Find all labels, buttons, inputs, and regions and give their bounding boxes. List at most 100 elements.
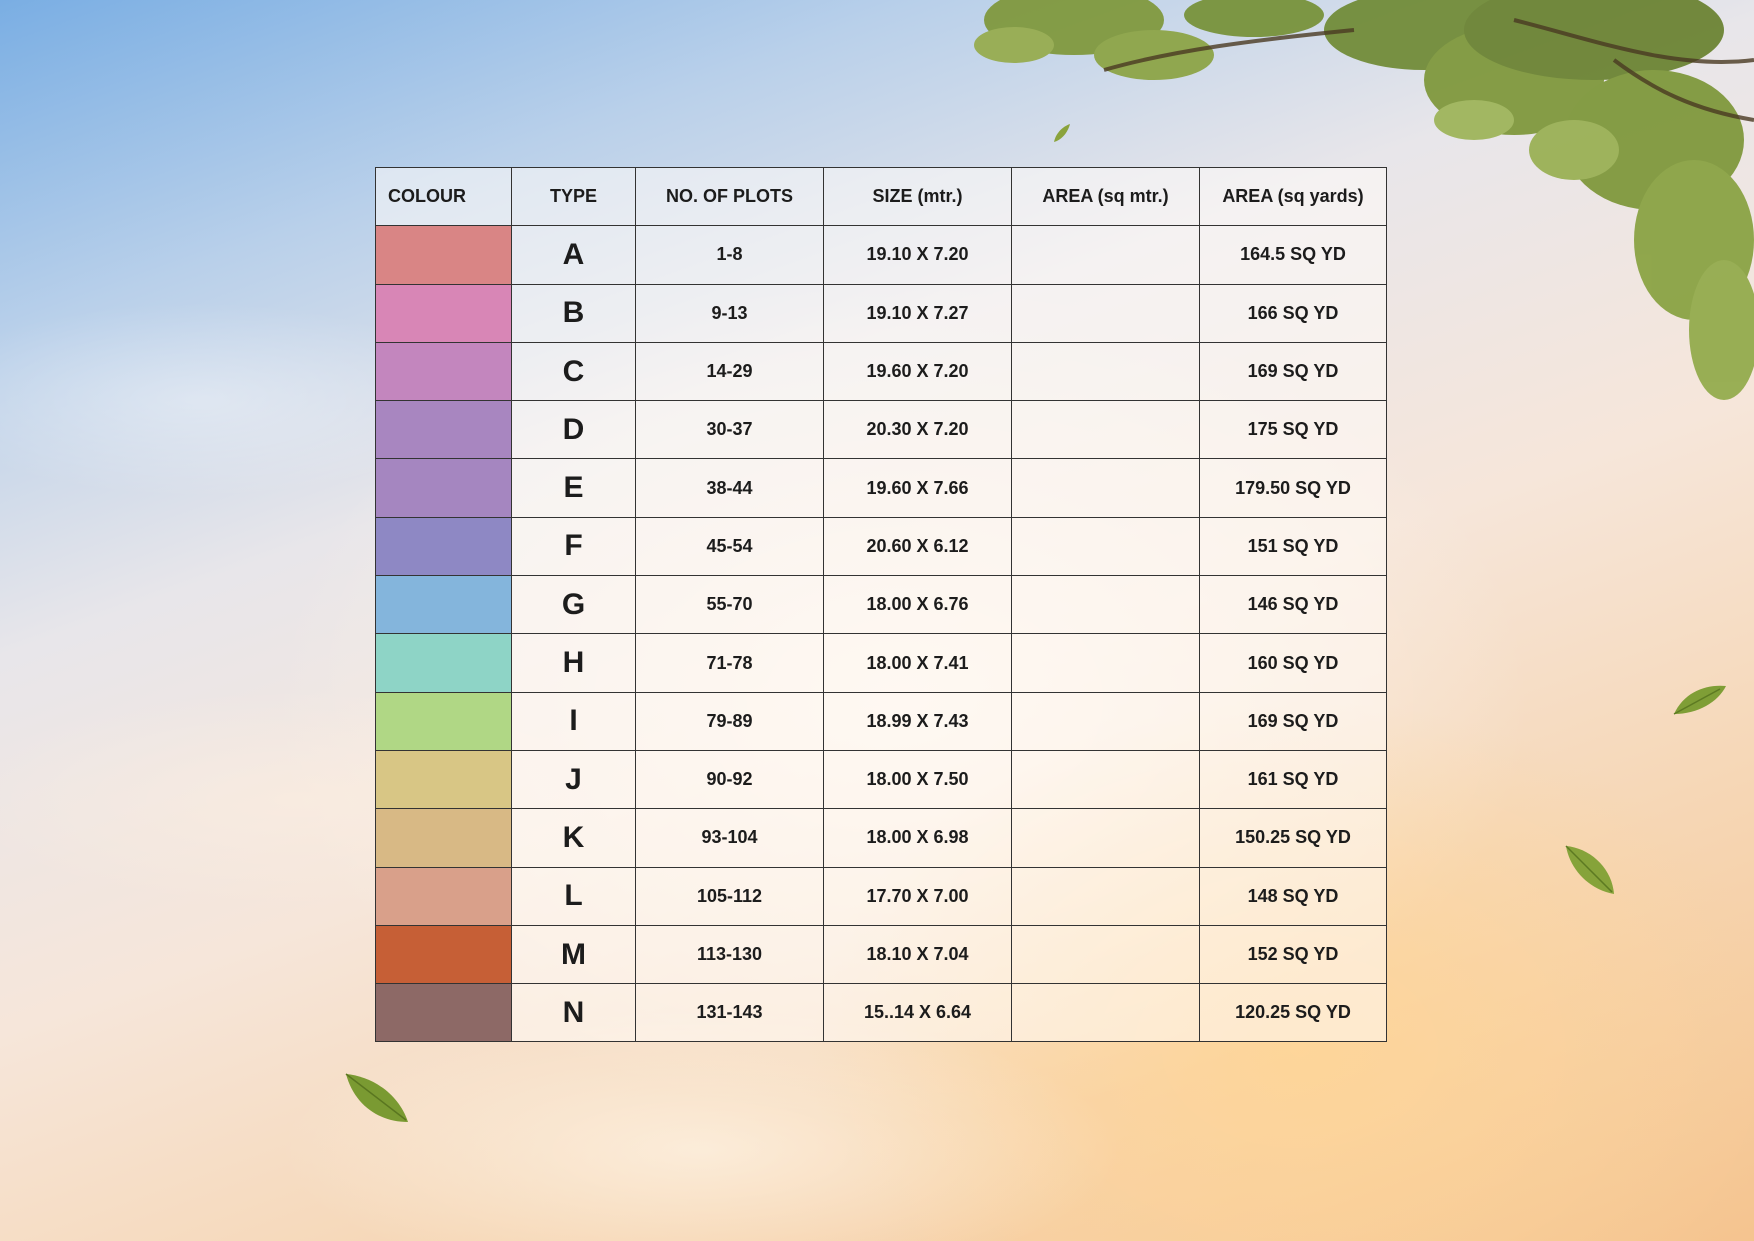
plot-size: 19.10 X 7.20 [823,225,1012,285]
no-of-plots: 79-89 [635,691,824,751]
plot-size: 18.00 X 7.50 [823,749,1012,810]
colour-swatch-fill [376,401,511,459]
area-sq-yards: 146 SQ YD [1199,575,1387,635]
plot-size: 19.60 X 7.66 [823,458,1012,518]
table-row: E 38-44 19.60 X 7.66 179.50 SQ YD [375,458,1387,518]
plot-size: 18.00 X 6.76 [823,575,1012,635]
plot-type: I [511,691,636,751]
colour-swatch-fill [376,925,511,984]
colour-swatch-fill [376,459,511,517]
area-sq-mtr [1011,341,1200,402]
table-body: A 1-8 19.10 X 7.20 164.5 SQ YD B 9-13 19.10 X … [375,225,1387,1043]
table-row: B 9-13 19.10 X 7.27 166 SQ YD [375,283,1387,343]
colour-swatch [375,866,512,926]
plot-size: 19.60 X 7.20 [823,341,1012,402]
area-sq-yards: 179.50 SQ YD [1199,458,1387,518]
plot-size: 18.00 X 6.98 [823,808,1012,868]
colour-swatch-fill [376,284,511,342]
table-row: I 79-89 18.99 X 7.43 169 SQ YD [375,691,1387,751]
area-sq-yards: 150.25 SQ YD [1199,808,1387,868]
plot-size-table: COLOUR TYPE NO. OF PLOTS SIZE (mtr.) ARE… [375,166,1387,1043]
colour-swatch [375,749,512,810]
table-header-row: COLOUR TYPE NO. OF PLOTS SIZE (mtr.) ARE… [375,166,1387,227]
no-of-plots: 1-8 [635,225,824,285]
no-of-plots: 14-29 [635,341,824,402]
area-sq-mtr [1011,400,1200,460]
colour-swatch [375,400,512,460]
colour-swatch [375,691,512,751]
colour-swatch-fill [376,342,511,401]
plot-size: 18.00 X 7.41 [823,633,1012,693]
colour-swatch-fill [376,634,511,692]
colour-swatch-fill [376,692,511,750]
area-sq-mtr [1011,808,1200,868]
area-sq-yards: 120.25 SQ YD [1199,983,1387,1043]
table-row: D 30-37 20.30 X 7.20 175 SQ YD [375,400,1387,460]
colour-swatch [375,341,512,402]
no-of-plots: 55-70 [635,575,824,635]
area-sq-mtr [1011,633,1200,693]
plot-type: F [511,516,636,577]
plot-size: 15..14 X 6.64 [823,983,1012,1043]
plot-type: K [511,808,636,868]
colour-swatch [375,225,512,285]
colour-swatch [375,983,512,1043]
area-sq-mtr [1011,516,1200,577]
area-sq-yards: 148 SQ YD [1199,866,1387,926]
colour-swatch-fill [376,576,511,634]
no-of-plots: 71-78 [635,633,824,693]
area-sq-mtr [1011,575,1200,635]
colour-swatch [375,283,512,343]
area-sq-mtr [1011,283,1200,343]
table-row: L 105-112 17.70 X 7.00 148 SQ YD [375,866,1387,926]
colour-swatch [375,516,512,577]
area-sq-mtr [1011,225,1200,285]
falling-leaf-icon [1054,124,1070,142]
falling-leaf-icon [345,1073,408,1122]
table-row: C 14-29 19.60 X 7.20 169 SQ YD [375,341,1387,402]
area-sq-mtr [1011,983,1200,1043]
area-sq-mtr [1011,749,1200,810]
no-of-plots: 131-143 [635,983,824,1043]
plot-size: 17.70 X 7.00 [823,866,1012,926]
area-sq-yards: 152 SQ YD [1199,924,1387,985]
no-of-plots: 9-13 [635,283,824,343]
no-of-plots: 38-44 [635,458,824,518]
plot-type: N [511,983,636,1043]
plot-size: 18.10 X 7.04 [823,924,1012,985]
header-area-sq-mtr: AREA (sq mtr.) [1011,166,1200,227]
colour-swatch-fill [376,867,511,925]
area-sq-mtr [1011,924,1200,985]
area-sq-yards: 151 SQ YD [1199,516,1387,577]
plot-type: H [511,633,636,693]
colour-swatch [375,633,512,693]
plot-type: G [511,575,636,635]
header-no-of-plots: NO. OF PLOTS [635,166,824,227]
plot-type: M [511,924,636,985]
area-sq-yards: 166 SQ YD [1199,283,1387,343]
plot-size: 20.60 X 6.12 [823,516,1012,577]
plot-type: J [511,749,636,810]
area-sq-yards: 160 SQ YD [1199,633,1387,693]
colour-swatch-fill [376,517,511,576]
area-sq-mtr [1011,458,1200,518]
colour-swatch [375,924,512,985]
colour-swatch [375,458,512,518]
colour-swatch-fill [376,809,511,867]
area-sq-yards: 175 SQ YD [1199,400,1387,460]
colour-swatch-fill [376,226,511,284]
plot-type: A [511,225,636,285]
colour-swatch [375,575,512,635]
no-of-plots: 93-104 [635,808,824,868]
area-sq-mtr [1011,691,1200,751]
area-sq-yards: 164.5 SQ YD [1199,225,1387,285]
table-row: H 71-78 18.00 X 7.41 160 SQ YD [375,633,1387,693]
no-of-plots: 45-54 [635,516,824,577]
plot-type: C [511,341,636,402]
falling-leaf-icon [1673,685,1726,715]
area-sq-yards: 169 SQ YD [1199,691,1387,751]
plot-type: D [511,400,636,460]
no-of-plots: 90-92 [635,749,824,810]
table-row: A 1-8 19.10 X 7.20 164.5 SQ YD [375,225,1387,285]
plot-size: 20.30 X 7.20 [823,400,1012,460]
